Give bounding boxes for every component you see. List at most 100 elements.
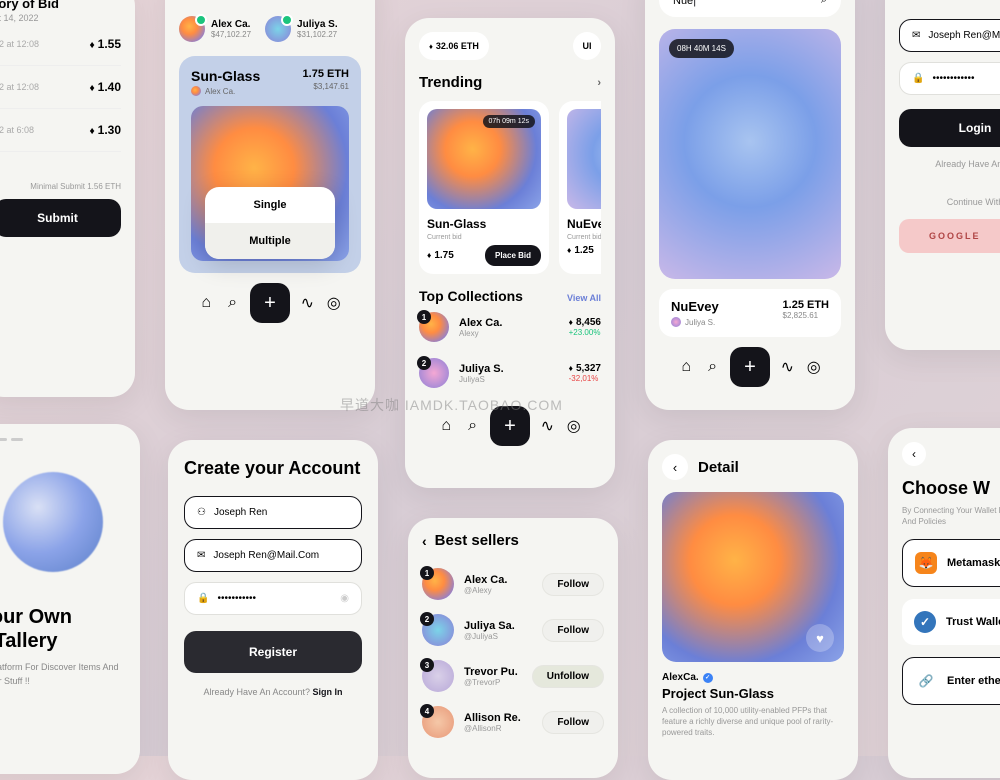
login-button[interactable]: Login bbox=[899, 109, 1000, 147]
search-icon: ⌕ bbox=[821, 0, 827, 7]
profile-icon[interactable]: ◎ bbox=[565, 417, 583, 435]
balance-badge[interactable]: 32.06 ETH bbox=[419, 32, 489, 60]
metamask-icon: 🦊 bbox=[915, 552, 937, 574]
onboarding-title: Your Own GTallery bbox=[0, 605, 126, 653]
back-button[interactable]: ‹ bbox=[902, 442, 926, 466]
email-field[interactable]: ✉Joseph Ren@Mail.Com bbox=[184, 539, 362, 572]
choose-wallet-heading: Choose W bbox=[902, 478, 1000, 499]
seller-item[interactable]: 4Allison Re.@AllisonRFollow bbox=[422, 699, 604, 745]
follow-button[interactable]: Follow bbox=[542, 711, 604, 734]
best-sellers-screen: Best Sellers Alex Ca.$47,102.27 Juliya S… bbox=[165, 0, 375, 410]
activity-icon[interactable]: ∿ bbox=[298, 294, 316, 312]
verified-icon bbox=[281, 14, 293, 26]
add-button[interactable]: + bbox=[730, 347, 770, 387]
bottom-nav: ⌂ ⌕ + ∿ ◎ bbox=[659, 337, 841, 397]
create-account-heading: Create your Account bbox=[184, 458, 362, 480]
avatar bbox=[179, 16, 205, 42]
ui-badge[interactable]: UI bbox=[573, 32, 601, 60]
seller-item[interactable]: Alex Ca.$47,102.27 bbox=[179, 16, 251, 42]
collection-row[interactable]: 1 Alex Ca.Alexy 8,456+23.00% bbox=[419, 304, 601, 350]
project-description: A collection of 10,000 utility-enabled P… bbox=[662, 705, 844, 739]
register-button[interactable]: Register bbox=[184, 631, 362, 673]
home-icon[interactable]: ⌂ bbox=[437, 417, 455, 435]
verified-icon bbox=[195, 14, 207, 26]
nft-image: ♥ bbox=[662, 492, 844, 662]
avatar: 1 bbox=[419, 312, 449, 342]
already-have-account[interactable]: Already Have An Account? Sign In bbox=[184, 687, 362, 697]
minimal-submit-label: Minimal Submit 1.56 ETH bbox=[0, 182, 121, 191]
eye-icon[interactable]: ◉ bbox=[340, 593, 349, 604]
nft-image: 07h 09m 12s bbox=[427, 109, 541, 209]
trending-heading: Trending› bbox=[419, 74, 601, 91]
back-icon[interactable]: ‹ bbox=[422, 533, 427, 549]
search-input[interactable]: Nue|⌕ bbox=[659, 0, 841, 17]
avatar: 2 bbox=[422, 614, 454, 646]
avatar bbox=[265, 16, 291, 42]
heart-icon[interactable]: ♥ bbox=[806, 624, 834, 652]
place-bid-button[interactable]: Place Bid bbox=[485, 245, 541, 266]
password-field[interactable]: 🔒•••••••••••• bbox=[899, 62, 1000, 95]
seller-item[interactable]: 3Trevor Pu.@TrevorPUnfollow bbox=[422, 653, 604, 699]
already-have-account[interactable]: Already Have An Ac bbox=[899, 159, 1000, 169]
mail-icon: ✉ bbox=[912, 30, 920, 41]
search-nft-screen: Nue|⌕ 08H 40M 14S NuEveyJuliya S. 1.25 E… bbox=[645, 0, 855, 410]
avatar bbox=[671, 317, 681, 327]
lock-icon: 🔒 bbox=[912, 73, 924, 84]
activity-icon[interactable]: ∿ bbox=[778, 358, 796, 376]
best-sellers-list-screen: ‹Best sellers 1Alex Ca.@AlexyFollow 2Jul… bbox=[408, 518, 618, 778]
add-button[interactable]: + bbox=[250, 283, 290, 323]
create-account-screen: Create your Account ⚇Joseph Ren ✉Joseph … bbox=[168, 440, 378, 780]
back-button[interactable]: ‹ bbox=[662, 454, 688, 480]
trending-screen: 32.06 ETH UI Trending› 07h 09m 12s Sun-G… bbox=[405, 18, 615, 488]
view-all-link[interactable]: View All bbox=[567, 293, 601, 303]
person-icon: ⚇ bbox=[197, 507, 206, 518]
wallet-trust[interactable]: ✓Trust Wallet bbox=[902, 599, 1000, 645]
onboarding-desc: at Platform For Discover Items And Other… bbox=[0, 661, 126, 688]
follow-button[interactable]: Follow bbox=[542, 619, 604, 642]
activity-icon[interactable]: ∿ bbox=[538, 417, 556, 435]
hero-image bbox=[0, 447, 126, 597]
profile-icon[interactable]: ◎ bbox=[325, 294, 343, 312]
bid-history-title: tory of Bid bbox=[0, 0, 121, 11]
mail-icon: ✉ bbox=[197, 550, 205, 561]
email-field[interactable]: ✉Joseph Ren@Mail.C bbox=[899, 19, 1000, 52]
continue-with-label: Continue With bbox=[899, 197, 1000, 207]
login-screen: Account ✉Joseph Ren@Mail.C 🔒••••••••••••… bbox=[885, 0, 1000, 350]
search-icon[interactable]: ⌕ bbox=[704, 358, 722, 376]
name-field[interactable]: ⚇Joseph Ren bbox=[184, 496, 362, 529]
avatar: 4 bbox=[422, 706, 454, 738]
nft-card[interactable]: 08H 40M 14S bbox=[659, 29, 841, 279]
bid-row: 22 at 6:081.30 bbox=[0, 109, 121, 152]
bid-row: 22 at 12:081.55 bbox=[0, 23, 121, 66]
ethereum-address-input[interactable]: 🔗Enter ethereun bbox=[902, 657, 1000, 705]
home-icon[interactable]: ⌂ bbox=[677, 358, 695, 376]
profile-icon[interactable]: ◎ bbox=[805, 358, 823, 376]
login-heading: Account bbox=[899, 0, 1000, 5]
author-label[interactable]: AlexCa.✓ bbox=[662, 672, 844, 683]
project-title: Project Sun-Glass bbox=[662, 686, 844, 701]
chevron-right-icon[interactable]: › bbox=[597, 77, 601, 89]
home-icon[interactable]: ⌂ bbox=[197, 294, 215, 312]
wallet-metamask[interactable]: 🦊Metamask› bbox=[902, 539, 1000, 587]
google-button[interactable]: GOOGLE bbox=[899, 219, 1000, 253]
follow-button[interactable]: Follow bbox=[542, 573, 604, 596]
featured-card[interactable]: Sun-GlassAlex Ca. 1.75 ETH$3,147.61 Sing… bbox=[179, 56, 361, 273]
popup-single[interactable]: Single bbox=[205, 187, 335, 223]
collection-row[interactable]: 2 Juliya S.JuliyaS 5,327-32,01% bbox=[419, 350, 601, 396]
avatar: 2 bbox=[419, 358, 449, 388]
seller-item[interactable]: Juliya S.$31,102.27 bbox=[265, 16, 338, 42]
unfollow-button[interactable]: Unfollow bbox=[532, 665, 604, 688]
popup-multiple[interactable]: Multiple bbox=[205, 223, 335, 259]
trending-card[interactable]: NuEvey Current bid 1.25 bbox=[559, 101, 601, 274]
seller-item[interactable]: 1Alex Ca.@AlexyFollow bbox=[422, 561, 604, 607]
countdown-timer: 08H 40M 14S bbox=[669, 39, 734, 58]
bid-row: 22 at 12:081.40 bbox=[0, 66, 121, 109]
trending-card[interactable]: 07h 09m 12s Sun-Glass Current bid 1.75Pl… bbox=[419, 101, 549, 274]
search-icon[interactable]: ⌕ bbox=[224, 294, 242, 312]
seller-item[interactable]: 2Juliya Sa.@JuliyaSFollow bbox=[422, 607, 604, 653]
search-icon[interactable]: ⌕ bbox=[464, 417, 482, 435]
password-field[interactable]: 🔒•••••••••••◉ bbox=[184, 582, 362, 615]
submit-button[interactable]: Submit bbox=[0, 199, 121, 237]
detail-heading: Detail bbox=[698, 459, 739, 476]
choose-wallet-screen: ‹ Choose W By Connecting Your Wallet Pri… bbox=[888, 428, 1000, 778]
